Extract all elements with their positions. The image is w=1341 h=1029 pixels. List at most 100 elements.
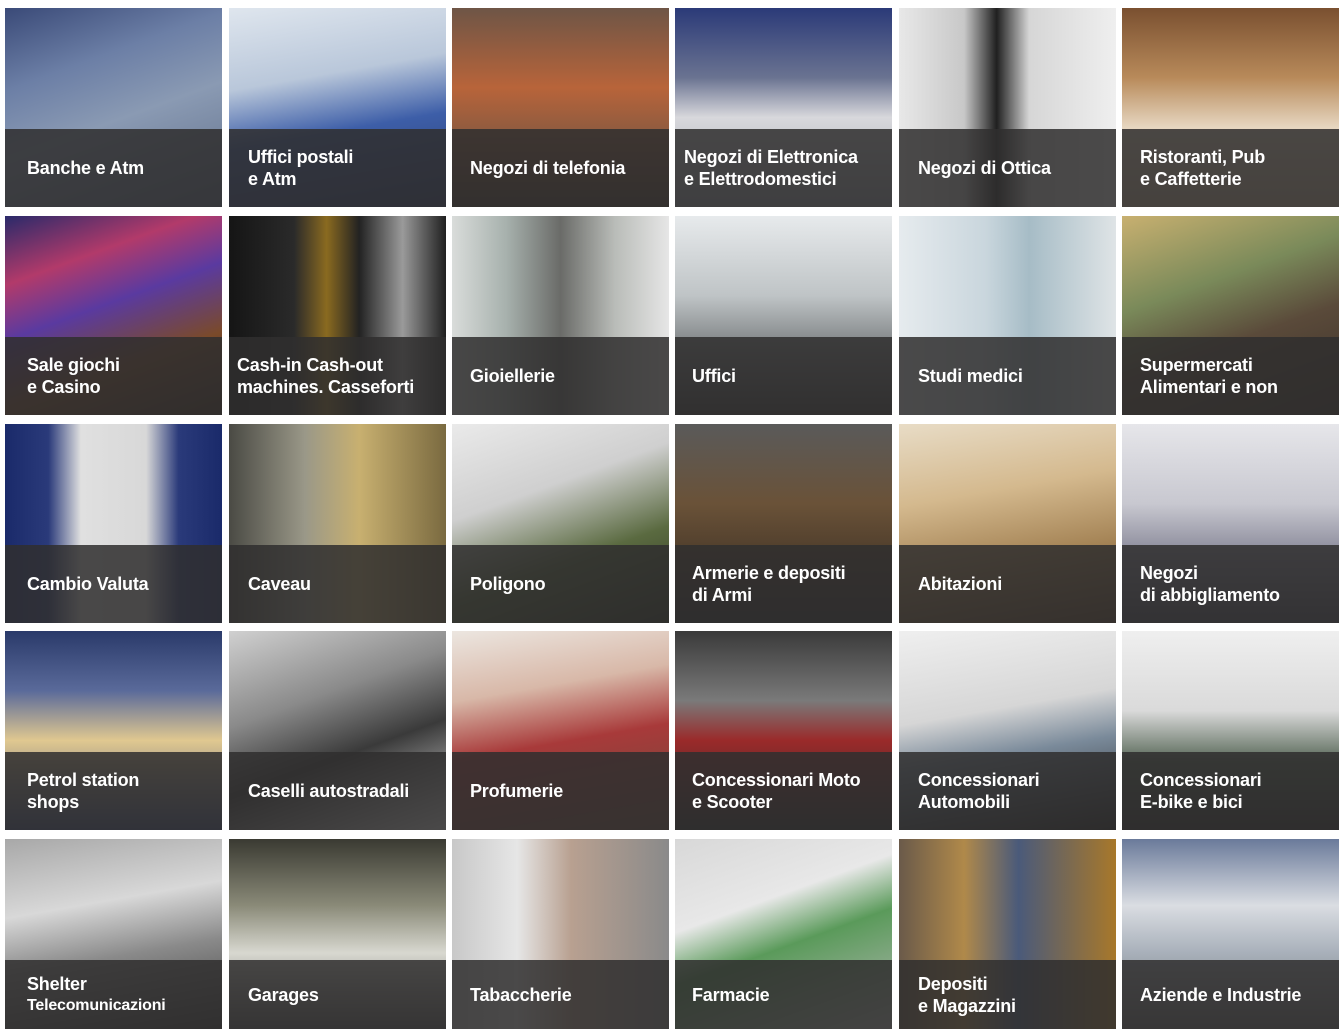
category-tile-23[interactable]: Concessionari E-bike e bici [1122, 631, 1339, 830]
category-title-line1: Cash-in Cash-out [237, 355, 383, 375]
category-tile-22[interactable]: Concessionari Automobili [899, 631, 1116, 830]
category-tile-6[interactable]: Sale giochi e Casino [5, 216, 222, 415]
category-title-line1: Petrol station [27, 770, 140, 790]
category-tile-7[interactable]: Cash-in Cash-out machines. Casseforti [229, 216, 446, 415]
category-title-line2: Automobili [918, 792, 1010, 812]
category-tile-20[interactable]: Profumerie [452, 631, 669, 830]
category-title-line1: Negozi di Ottica [918, 158, 1051, 178]
category-caption: Caselli autostradali [248, 752, 440, 830]
category-title-line1: Caveau [248, 574, 311, 594]
category-caption: Negozi di Elettronica e Elettrodomestici [684, 129, 886, 207]
category-tile-29[interactable]: Aziende e Industrie [1122, 839, 1339, 1029]
category-caption: Concessionari E-bike e bici [1140, 752, 1333, 830]
category-caption: Sale giochi e Casino [27, 337, 216, 415]
category-caption: Armerie e depositi di Armi [692, 545, 886, 623]
category-caption: Caveau [248, 545, 440, 623]
category-title-line1: Negozi [1140, 563, 1198, 583]
category-tile-9[interactable]: Uffici [675, 216, 892, 415]
category-tile-18[interactable]: Petrol station shops [5, 631, 222, 830]
category-title-line2: Telecomunicazioni [27, 996, 166, 1014]
category-caption: Gioiellerie [470, 337, 663, 415]
category-title-line1: Poligono [470, 574, 546, 594]
category-title-line2: e Scooter [692, 792, 773, 812]
category-title-line1: Uffici postali [248, 147, 354, 167]
category-tile-16[interactable]: Abitazioni [899, 424, 1116, 623]
category-tile-25[interactable]: Garages [229, 839, 446, 1029]
category-title-line1: Profumerie [470, 781, 564, 801]
category-caption: Petrol station shops [27, 752, 216, 830]
category-tile-27[interactable]: Farmacie [675, 839, 892, 1029]
category-caption: Shelter Telecomunicazioni [27, 960, 216, 1029]
category-caption: Concessionari Automobili [918, 752, 1110, 830]
category-title-line1: Tabaccherie [470, 984, 572, 1005]
category-caption: Tabaccherie [470, 960, 663, 1029]
category-tile-28[interactable]: Depositi e Magazzini [899, 839, 1116, 1029]
category-caption: Depositi e Magazzini [918, 960, 1110, 1029]
category-title-line2: shops [27, 792, 80, 812]
category-caption: Negozi di abbigliamento [1140, 545, 1333, 623]
category-tile-11[interactable]: Supermercati Alimentari e non [1122, 216, 1339, 415]
category-title-line2: e Elettrodomestici [684, 169, 837, 189]
category-title-line1: Supermercati [1140, 355, 1253, 375]
category-tile-0[interactable]: Banche e Atm [5, 8, 222, 207]
category-title-line1: Negozi di telefonia [470, 158, 626, 178]
category-caption: Supermercati Alimentari e non [1140, 337, 1333, 415]
category-title-line2: e Caffetterie [1140, 169, 1242, 189]
category-title-line2: Alimentari e non [1140, 377, 1278, 397]
category-tile-8[interactable]: Gioiellerie [452, 216, 669, 415]
category-tile-3[interactable]: Negozi di Elettronica e Elettrodomestici [675, 8, 892, 207]
category-caption: Negozi di Ottica [918, 129, 1110, 207]
category-title-line1: Abitazioni [918, 574, 1002, 594]
category-caption: Studi medici [918, 337, 1110, 415]
category-title-line2: E-bike e bici [1140, 792, 1243, 812]
category-caption: Aziende e Industrie [1140, 960, 1333, 1029]
category-tile-26[interactable]: Tabaccherie [452, 839, 669, 1029]
category-caption: Uffici postali e Atm [248, 129, 440, 207]
category-title-line1: Gioiellerie [470, 366, 555, 386]
category-title-line1: Concessionari [1140, 770, 1262, 790]
category-title-line2: di Armi [692, 585, 752, 605]
category-caption: Farmacie [692, 960, 886, 1029]
category-tile-19[interactable]: Caselli autostradali [229, 631, 446, 830]
category-caption: Cambio Valuta [27, 545, 216, 623]
category-title-line1: Studi medici [918, 366, 1023, 386]
category-tile-1[interactable]: Uffici postali e Atm [229, 8, 446, 207]
category-caption: Poligono [470, 545, 663, 623]
category-title-line1: Uffici [692, 366, 736, 386]
category-caption: Negozi di telefonia [470, 129, 663, 207]
category-caption: Ristoranti, Pub e Caffetterie [1140, 129, 1333, 207]
category-tile-21[interactable]: Concessionari Moto e Scooter [675, 631, 892, 830]
category-title-line1: Banche e Atm [27, 158, 144, 178]
category-title-line1: Shelter [27, 973, 87, 994]
category-caption: Banche e Atm [27, 129, 216, 207]
category-tile-2[interactable]: Negozi di telefonia [452, 8, 669, 207]
category-title-line1: Negozi di Elettronica [684, 147, 858, 167]
category-caption: Garages [248, 960, 440, 1029]
category-caption: Cash-in Cash-out machines. Casseforti [237, 337, 440, 415]
category-tile-12[interactable]: Cambio Valuta [5, 424, 222, 623]
category-caption: Concessionari Moto e Scooter [692, 752, 886, 830]
category-title-line1: Sale giochi [27, 355, 120, 375]
category-title-line2: machines. Casseforti [237, 377, 415, 397]
category-tile-14[interactable]: Poligono [452, 424, 669, 623]
category-title-line1: Farmacie [692, 984, 770, 1005]
category-caption: Abitazioni [918, 545, 1110, 623]
category-tile-13[interactable]: Caveau [229, 424, 446, 623]
category-title-line1: Garages [248, 984, 319, 1005]
category-caption: Profumerie [470, 752, 663, 830]
category-title-line1: Caselli autostradali [248, 781, 410, 801]
category-title-line2: e Atm [248, 169, 297, 189]
category-title-line2: e Casino [27, 377, 101, 397]
category-caption: Uffici [692, 337, 886, 415]
category-tile-5[interactable]: Ristoranti, Pub e Caffetterie [1122, 8, 1339, 207]
category-tile-17[interactable]: Negozi di abbigliamento [1122, 424, 1339, 623]
category-tile-24[interactable]: Shelter Telecomunicazioni [5, 839, 222, 1029]
category-title-line1: Ristoranti, Pub [1140, 147, 1266, 167]
category-title-line1: Cambio Valuta [27, 574, 149, 594]
category-title-line1: Concessionari Moto [692, 770, 861, 790]
category-title-line1: Aziende e Industrie [1140, 984, 1302, 1005]
category-tile-15[interactable]: Armerie e depositi di Armi [675, 424, 892, 623]
category-tile-10[interactable]: Studi medici [899, 216, 1116, 415]
category-tile-4[interactable]: Negozi di Ottica [899, 8, 1116, 207]
category-title-line1: Concessionari [918, 770, 1040, 790]
